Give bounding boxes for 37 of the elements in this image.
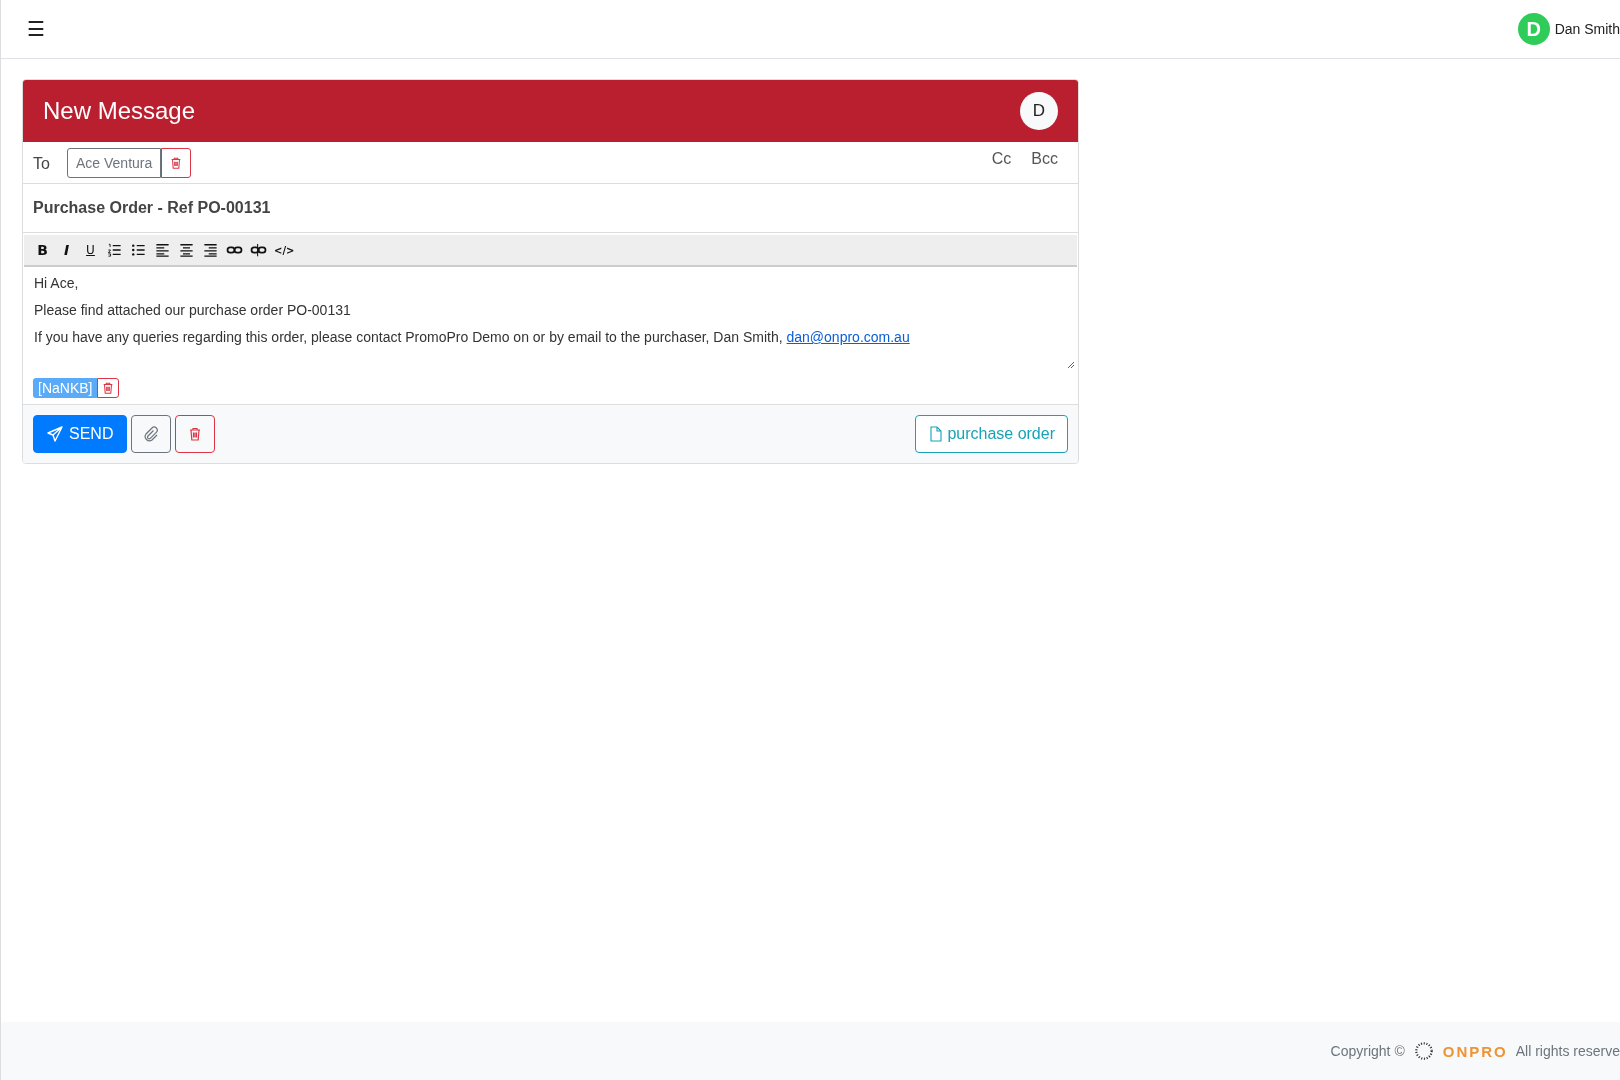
copyright-text: Copyright © <box>1330 1043 1405 1059</box>
align-left-icon[interactable] <box>154 243 171 257</box>
remove-attachment-button[interactable] <box>97 378 120 398</box>
menu-button[interactable]: ☰ <box>23 17 49 41</box>
align-center-icon[interactable] <box>178 243 195 257</box>
bullet-list-icon[interactable] <box>130 243 147 257</box>
delete-button[interactable] <box>175 415 216 453</box>
dotted-ring-icon <box>1412 1040 1435 1062</box>
resize-grip-icon[interactable] <box>1067 361 1075 369</box>
code-button[interactable]: </> <box>274 244 294 256</box>
body-paragraph: If you have any queries regarding this order, please contact PromoPro Demo on or by email to the purchaser, Dan Smith, <box>34 329 783 345</box>
document-icon <box>928 426 945 442</box>
underline-button[interactable]: U <box>82 243 99 257</box>
email-link[interactable]: dan@onpro.com.au <box>786 329 910 345</box>
cc-link[interactable]: Cc <box>991 150 1012 168</box>
send-button[interactable]: SEND <box>33 415 128 453</box>
paper-plane-icon <box>47 426 63 442</box>
bcc-link[interactable]: Bcc <box>1031 150 1058 168</box>
numbered-list-icon[interactable] <box>106 243 123 257</box>
remove-recipient-button[interactable] <box>161 147 192 178</box>
card-title: New Message <box>43 97 196 125</box>
sender-avatar: D <box>1020 92 1058 130</box>
body-paragraph: Hi Ace, <box>34 275 80 291</box>
attach-button[interactable] <box>131 415 172 453</box>
message-body-field[interactable]: Hi Ace, Please find attached our purchase order PO-00131 If you have any queries regarding this order, please contact PromoPro Demo on or by email to the purchaser, Dan Smith, dan@onpro.com.au <box>24 267 1077 371</box>
body-paragraph: Please find attached our purchase order PO-00131 <box>34 302 352 318</box>
rights-text: All rights reserve <box>1515 1043 1620 1059</box>
bold-button[interactable]: B <box>34 242 51 258</box>
subject-field[interactable]: Purchase Order - Ref PO-00131 <box>23 184 1078 233</box>
italic-button[interactable]: I <box>58 242 75 258</box>
unlink-icon[interactable] <box>250 243 267 257</box>
align-right-icon[interactable] <box>202 243 219 257</box>
brand-name: ONPRO <box>1442 1042 1508 1060</box>
recipient-chip[interactable]: Ace Ventura <box>67 147 162 178</box>
paperclip-icon <box>143 426 160 442</box>
to-label: To <box>33 154 51 173</box>
user-name[interactable]: Dan Smith <box>1554 21 1620 37</box>
